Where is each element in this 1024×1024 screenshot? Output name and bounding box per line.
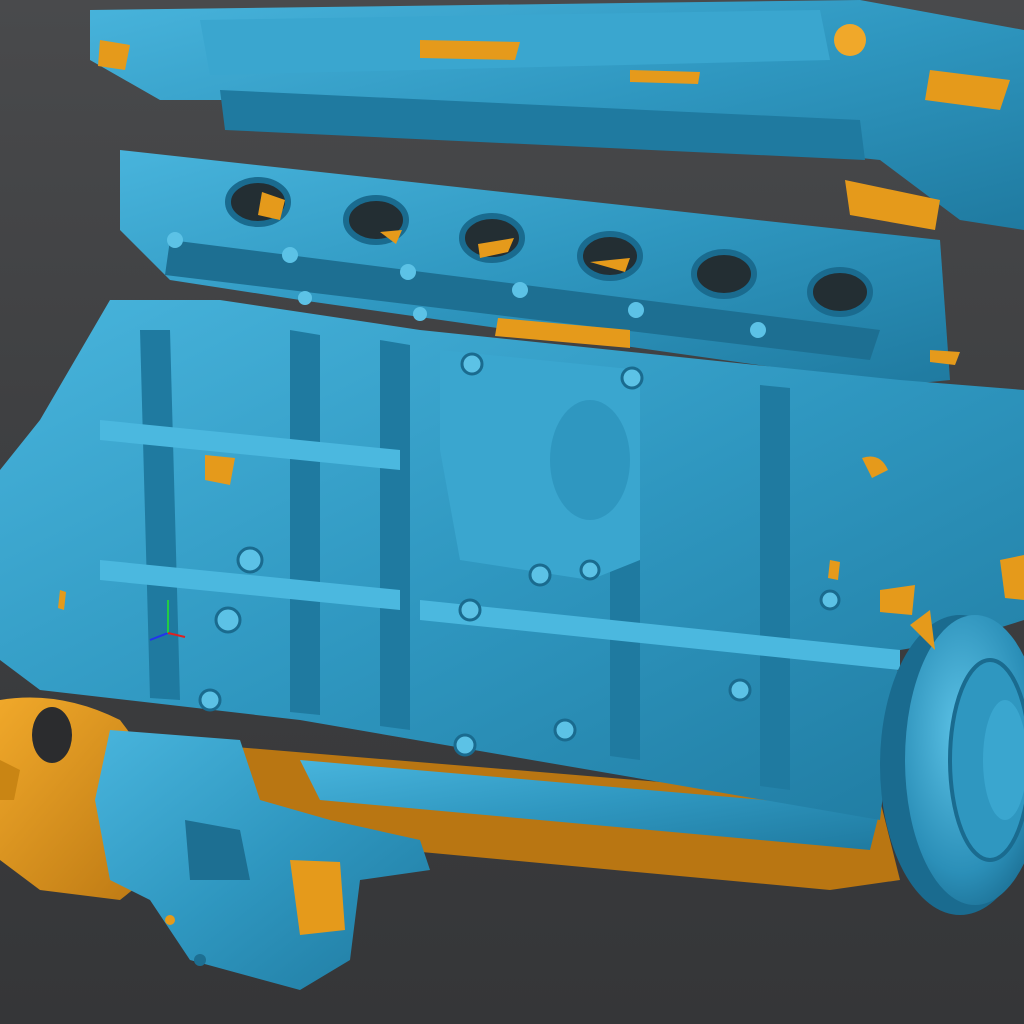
3d-viewport[interactable]	[0, 0, 1024, 1024]
engine-scan-render[interactable]	[0, 0, 1024, 1024]
crank-pulley	[880, 610, 1024, 915]
